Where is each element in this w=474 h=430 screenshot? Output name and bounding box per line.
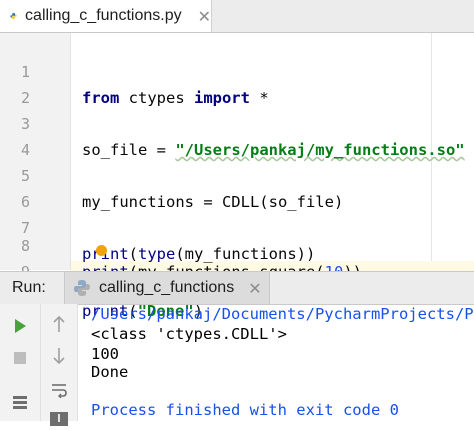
editor-tab-title: calling_c_functions.py [25,7,182,24]
console-line: <class 'ctypes.CDLL'> [91,325,287,343]
code-line: 6 [0,163,474,211]
soft-wrap-icon[interactable] [47,378,71,402]
code-line: 3 so_file = "/Users/pankaj/my_functions.… [0,85,474,159]
code-line: 5 my_functions = CDLL(so_file) [0,137,474,211]
console-line: 100 [91,345,119,363]
close-icon[interactable]: ✕ [198,7,211,26]
console-line-exit: Process finished with exit code 0 [91,401,399,419]
code-line: 2 [0,59,474,107]
code-editor[interactable]: 1 from ctypes import * 2 3 so_file = "/U… [0,33,474,320]
console-line: Done [91,363,129,381]
console-line-path[interactable]: /Users/pankaj/Documents/PycharmProjects/… [91,304,474,324]
python-icon [10,12,17,20]
stop-icon[interactable] [8,346,32,370]
scroll-end-icon[interactable] [47,406,71,430]
up-arrow-icon[interactable] [47,312,71,336]
editor-tab-bar: calling_c_functions.py ✕ [0,0,474,33]
editor-tab[interactable]: calling_c_functions.py ✕ [0,0,212,32]
code-line: 4 [0,111,474,159]
run-tab[interactable]: calling_c_functions ✕ [64,272,270,304]
layout-icon[interactable] [8,390,32,414]
down-arrow-icon[interactable] [47,344,71,368]
python-icon [74,280,90,296]
console-actions-toolbar [41,304,78,426]
run-label: Run: [12,279,46,296]
code-line: 8 print(my_functions.square(10)) [0,207,474,281]
close-icon[interactable]: ✕ [248,279,261,298]
run-toolbar: Run: calling_c_functions ✕ [0,271,474,305]
run-actions-toolbar [0,304,41,421]
run-tab-title: calling_c_functions [99,279,235,296]
run-icon[interactable] [8,314,32,338]
code-line: 1 from ctypes import * [0,33,474,107]
console-output[interactable]: /Users/pankaj/Documents/PycharmProjects/… [78,304,474,421]
intention-bulb-icon[interactable] [96,245,107,256]
